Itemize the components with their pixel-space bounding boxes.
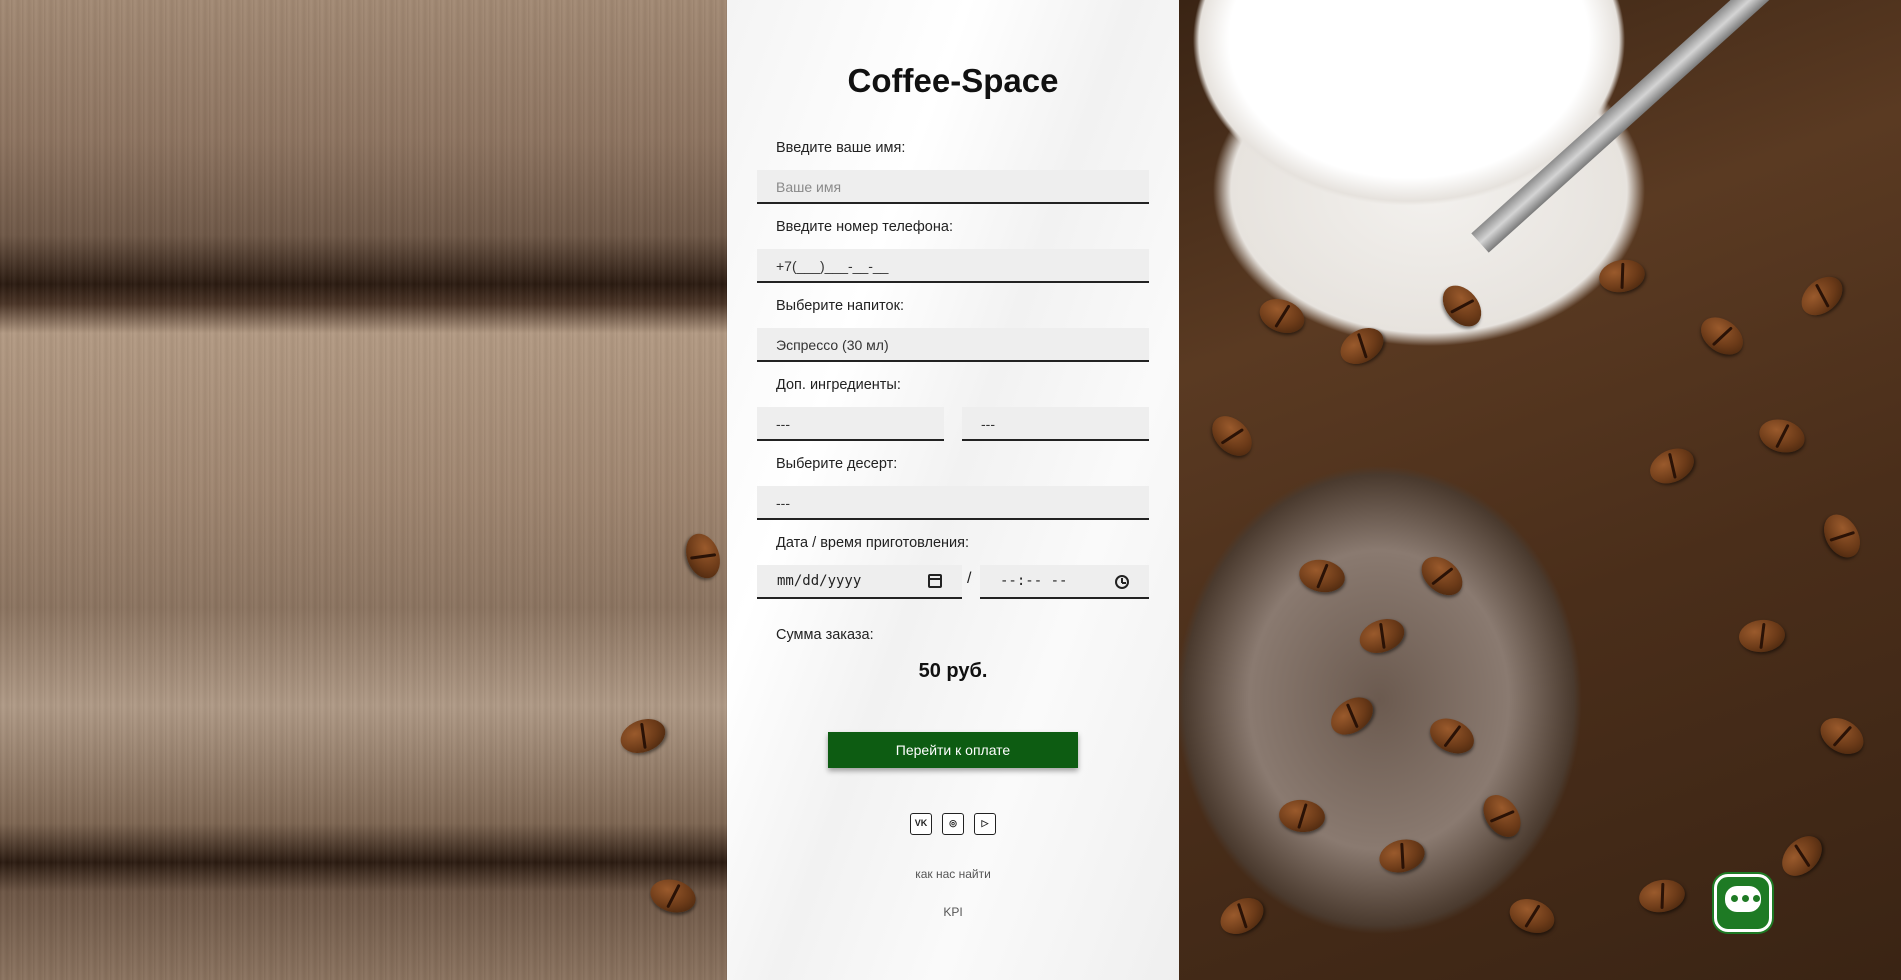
order-form-panel: Coffee-Space Введите ваше имя: Ваше имя … [727,0,1179,980]
date-placeholder: mm/dd/yyyy [777,573,862,589]
kpi-link[interactable]: KPI [727,905,1179,919]
drink-label: Выберите напиток: [776,298,904,314]
page-title: Coffee-Space [847,62,1059,99]
name-label: Введите ваше имя: [776,140,906,156]
time-input[interactable]: --:-- -- [980,565,1149,599]
wood-background [0,0,727,980]
instagram-icon[interactable]: ◎ [942,813,964,835]
datetime-label: Дата / время приготовления: [776,535,970,551]
name-input[interactable]: Ваше имя [757,170,1149,204]
dessert-select[interactable]: --- [757,486,1149,520]
phone-input[interactable]: +7(___)___-__-__ [757,249,1149,283]
find-us-link[interactable]: как нас найти [727,867,1179,881]
extras-label: Доп. ингредиенты: [776,377,901,393]
chat-dots [1731,895,1761,903]
datetime-separator: / [967,570,972,587]
sum-label: Сумма заказа: [776,627,874,643]
pay-button[interactable]: Перейти к оплате [828,732,1078,768]
coffee-background-image [1179,0,1901,980]
order-sum: 50 руб. [918,660,988,682]
calendar-icon[interactable] [928,574,942,588]
phone-label: Введите номер телефона: [776,219,953,235]
date-input[interactable]: mm/dd/yyyy [757,565,962,599]
dessert-label: Выберите десерт: [776,456,898,472]
clock-icon[interactable] [1115,575,1129,589]
time-placeholder: --:-- -- [1000,573,1068,589]
youtube-icon[interactable]: ▷ [974,813,996,835]
drink-select[interactable]: Эспрессо (30 мл) [757,328,1149,362]
chat-button[interactable] [1714,874,1772,932]
vk-icon[interactable]: VK [910,813,932,835]
extra-ingredient-select-2[interactable]: --- [962,407,1149,441]
extra-ingredient-select-1[interactable]: --- [757,407,944,441]
